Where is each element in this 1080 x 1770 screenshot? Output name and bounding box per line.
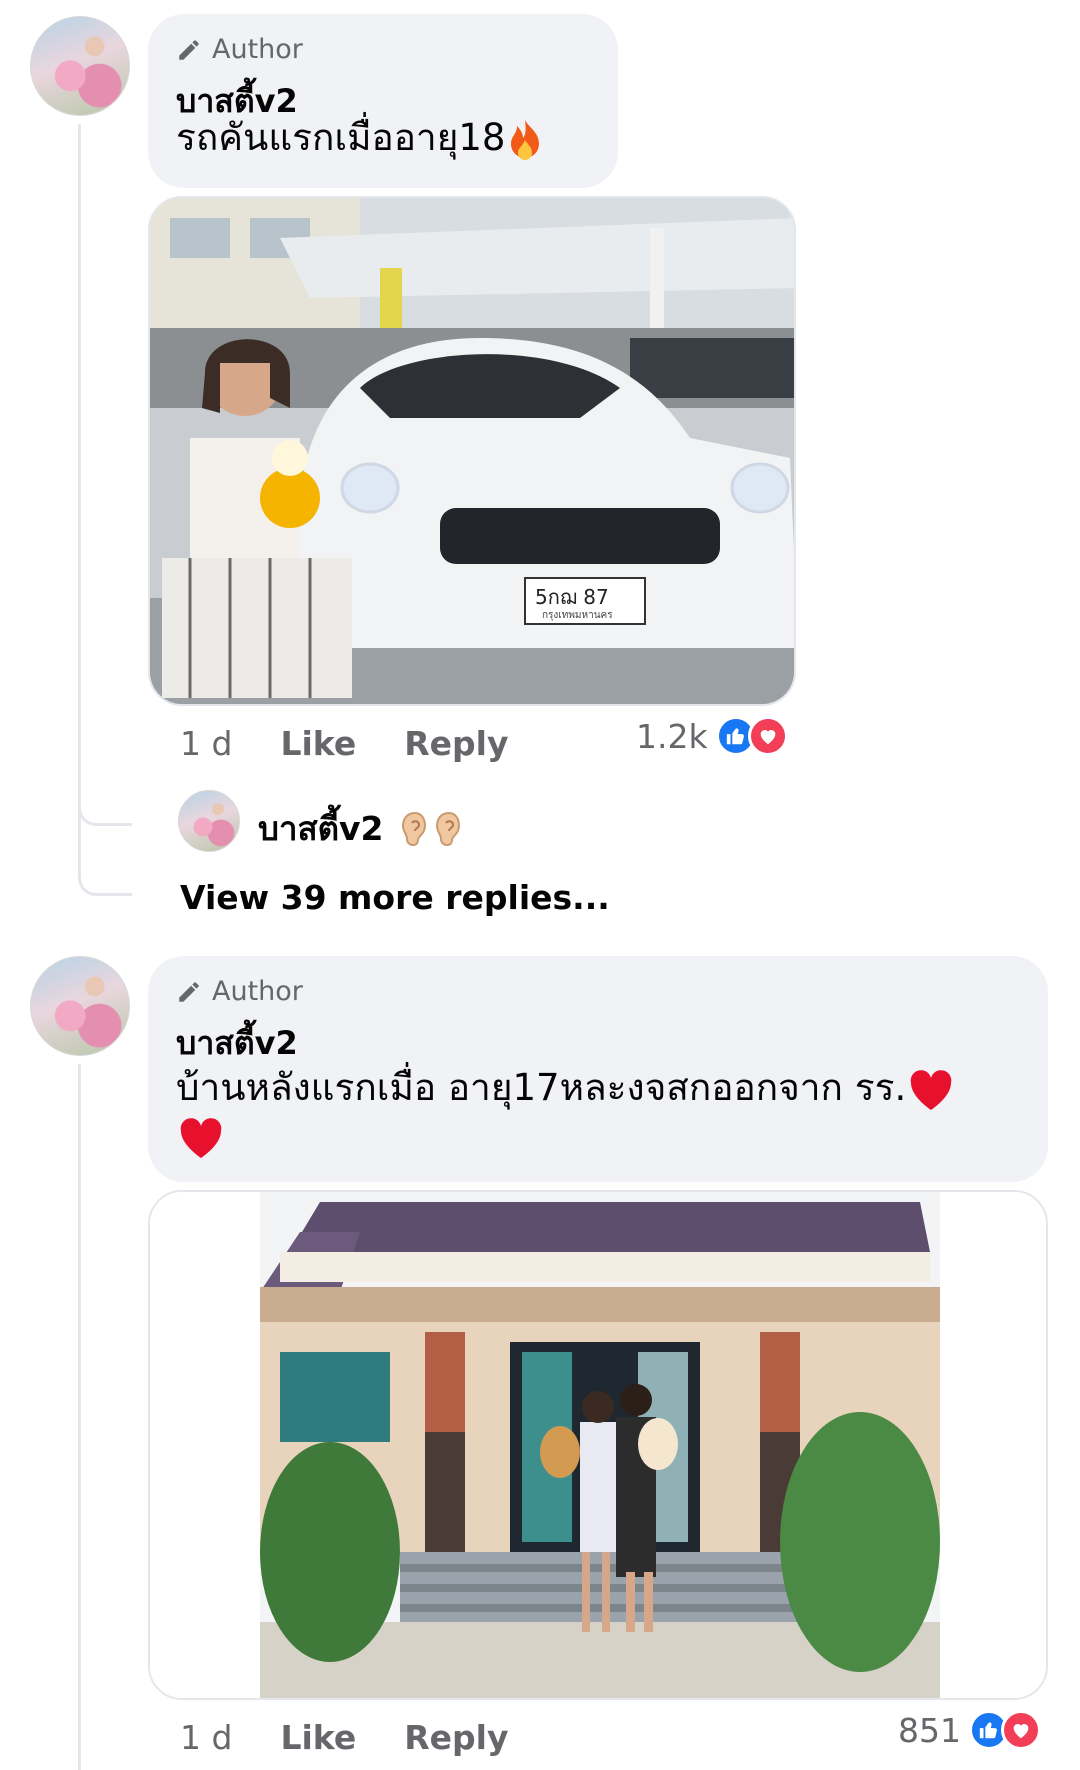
author-badge-label: Author: [212, 976, 303, 1007]
reply-preview[interactable]: บาสตี้v2: [258, 802, 464, 855]
commenter-avatar[interactable]: [30, 956, 130, 1056]
love-reaction-icon: [1001, 1710, 1041, 1750]
view-more-replies[interactable]: View 39 more replies...: [180, 878, 610, 917]
reaction-count: 1.2k: [636, 716, 708, 756]
fire-emoji: [511, 119, 540, 160]
reply-button[interactable]: Reply: [404, 1718, 508, 1757]
reaction-count: 851: [898, 1710, 961, 1750]
love-reaction-icon: [747, 716, 788, 756]
reactions-summary[interactable]: 851: [898, 1710, 1041, 1750]
comment-bubble: Author บาสตี้v2 รถคันแรกเมื่ออายุ18: [148, 14, 618, 188]
author-badge-label: Author: [212, 34, 303, 65]
ear-emoji: [401, 811, 426, 846]
view-more-connector: [78, 800, 132, 896]
commenter-avatar[interactable]: [30, 16, 130, 116]
comment-text-body: รถคันแรกเมื่ออายุ18: [176, 116, 506, 159]
comment-actions: 1 d Like Reply: [180, 1718, 508, 1757]
reply-avatar[interactable]: [178, 790, 240, 852]
heart-emoji: [180, 1117, 222, 1158]
heart-emoji: [910, 1069, 952, 1110]
comment-text: บ้านหลังแรกเมื่อ อายุ17หละงจสกออกจาก รร.: [176, 1064, 1016, 1160]
author-badge: Author: [176, 34, 303, 65]
license-plate-text: 5กฌ 87: [535, 585, 609, 609]
comment-actions: 1 d Like Reply: [180, 724, 508, 763]
thread-line: [78, 124, 81, 744]
comment-bubble: Author บาสตี้v2 บ้านหลังแรกเมื่อ อายุ17ห…: [148, 956, 1048, 1182]
like-button[interactable]: Like: [280, 724, 356, 763]
author-badge: Author: [176, 976, 303, 1007]
reactions-summary[interactable]: 1.2k: [636, 716, 788, 756]
comment-text-body: บ้านหลังแรกเมื่อ อายุ17หละงจสกออกจาก รร.: [176, 1066, 907, 1109]
comment-photo-house[interactable]: [148, 1190, 1048, 1700]
license-plate-subtext: กรุงเทพมหานคร: [542, 610, 613, 621]
comment-time[interactable]: 1 d: [180, 724, 232, 763]
pencil-icon: [179, 981, 199, 1002]
reply-author-name: บาสตี้v2: [258, 809, 384, 848]
reply-button[interactable]: Reply: [404, 724, 508, 763]
ear-emoji: [435, 811, 460, 846]
pencil-icon: [179, 39, 199, 60]
car-photo-image: 5กฌ 87 กรุงเทพมหานคร: [150, 198, 794, 704]
thread-line: [78, 1064, 81, 1770]
comment-time[interactable]: 1 d: [180, 1718, 232, 1757]
like-button[interactable]: Like: [280, 1718, 356, 1757]
comment-photo-car[interactable]: 5กฌ 87 กรุงเทพมหานคร: [148, 196, 796, 706]
house-photo-image: [150, 1192, 1046, 1698]
comment-text: รถคันแรกเมื่ออายุ18: [176, 114, 545, 162]
commenter-name[interactable]: บาสตี้v2: [176, 1018, 298, 1069]
